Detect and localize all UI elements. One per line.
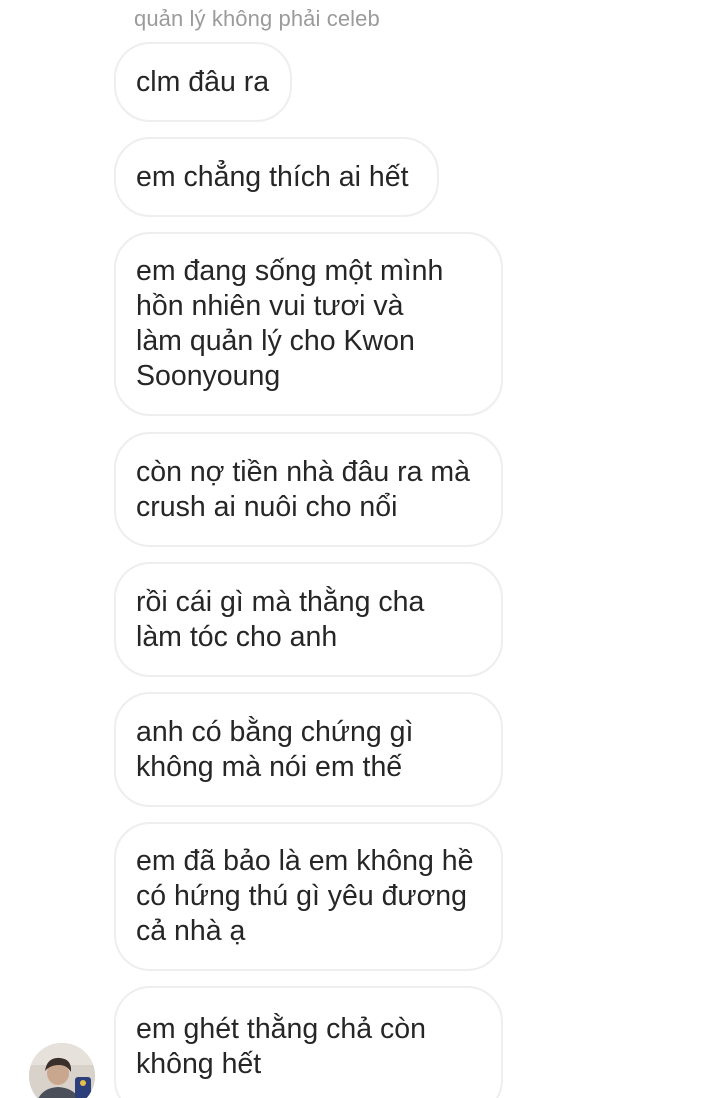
message-text: anh có bằng chứng gì không mà nói em thế (136, 715, 414, 783)
message-bubble[interactable]: em chẳng thích ai hết (114, 137, 439, 217)
message-text: còn nợ tiền nhà đâu ra mà crush ai nuôi … (136, 455, 470, 523)
message-bubble[interactable]: em đã bảo là em không hề có hứng thú gì … (114, 822, 503, 971)
sender-name-label: quản lý không phải celeb (134, 6, 380, 31)
message-bubble[interactable]: rồi cái gì mà thằng cha làm tóc cho anh (114, 562, 503, 677)
message-text: em chẳng thích ai hết (136, 160, 409, 193)
message-bubble[interactable]: em ghét thằng chả còn không hết (114, 986, 503, 1098)
message-text: em đã bảo là em không hề có hứng thú gì … (136, 845, 474, 947)
message-bubble[interactable]: anh có bằng chứng gì không mà nói em thế (114, 692, 503, 807)
dm-thread: quản lý không phải celeb clm đâu ra em c… (0, 0, 720, 1098)
message-text: rồi cái gì mà thằng cha làm tóc cho anh (136, 585, 425, 653)
message-bubble[interactable]: clm đâu ra (114, 42, 292, 122)
message-text: em ghét thằng chả còn không hết (136, 1013, 426, 1080)
message-text: clm đâu ra (136, 65, 270, 98)
message-bubble[interactable]: em đang sống một mình hồn nhiên vui tươi… (114, 232, 503, 416)
user-avatar-icon[interactable] (29, 1043, 95, 1098)
message-text: em đang sống một mình hồn nhiên vui tươi… (136, 255, 444, 392)
message-bubble[interactable]: còn nợ tiền nhà đâu ra mà crush ai nuôi … (114, 432, 503, 547)
avatar-photo-icon (29, 1043, 95, 1098)
